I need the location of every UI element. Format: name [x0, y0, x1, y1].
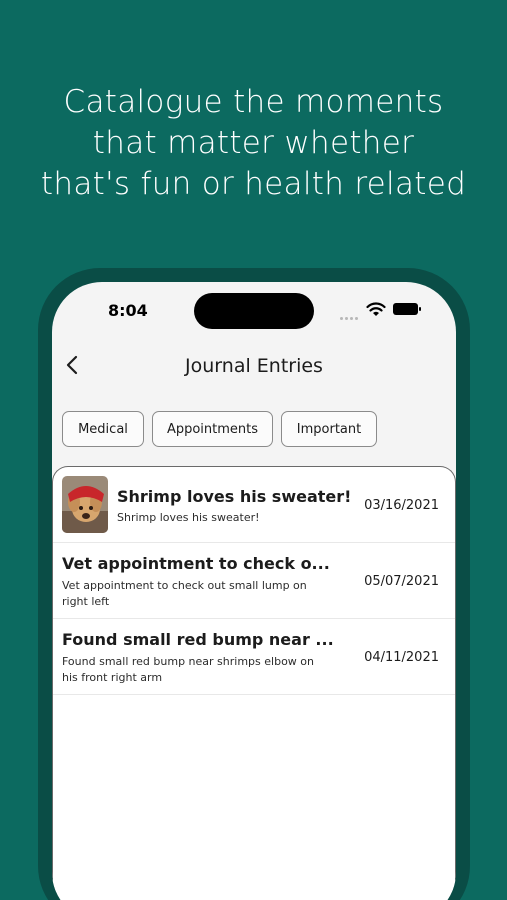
headline-line-3: that's fun or health related	[40, 166, 467, 202]
battery-icon	[393, 303, 421, 315]
dynamic-island	[194, 293, 314, 329]
entry-title: Found small red bump near ...	[62, 630, 334, 649]
entry-date: 04/11/2021	[364, 650, 439, 665]
filter-chip-important[interactable]: Important	[281, 411, 377, 447]
entry-body: Found small red bump near shrimps elbow …	[62, 655, 314, 684]
journal-entry[interactable]: Found small red bump near ... Found smal…	[53, 619, 455, 695]
journal-entry[interactable]: Shrimp loves his sweater! Shrimp loves h…	[53, 467, 455, 543]
journal-entries-list: Shrimp loves his sweater! Shrimp loves h…	[52, 466, 456, 900]
marketing-headline: Catalogue the moments that matter whethe…	[0, 82, 507, 205]
entry-photo	[62, 476, 108, 533]
page-title: Journal Entries	[185, 355, 323, 377]
entry-date: 03/16/2021	[364, 498, 439, 513]
entry-title: Shrimp loves his sweater!	[117, 487, 352, 506]
entry-date: 05/07/2021	[364, 574, 439, 589]
phone-screen: 8:04 Journal Entries Medical Appointment…	[52, 282, 456, 900]
filter-chip-appointments[interactable]: Appointments	[152, 411, 273, 447]
entry-body: Shrimp loves his sweater!	[117, 511, 260, 524]
navigation-bar: Journal Entries	[52, 346, 456, 386]
status-time: 8:04	[108, 301, 148, 320]
filter-chip-medical[interactable]: Medical	[62, 411, 144, 447]
entry-body: Vet appointment to check out small lump …	[62, 579, 307, 608]
wifi-icon	[366, 302, 386, 316]
journal-entry[interactable]: Vet appointment to check o... Vet appoin…	[53, 543, 455, 619]
headline-line-2: that matter whether	[92, 125, 415, 161]
cellular-signal-icon	[340, 308, 360, 327]
headline-line-1: Catalogue the moments	[63, 84, 444, 120]
status-bar: 8:04	[52, 282, 456, 338]
filter-chips: Medical Appointments Important	[62, 411, 385, 447]
entry-title: Vet appointment to check o...	[62, 554, 330, 573]
